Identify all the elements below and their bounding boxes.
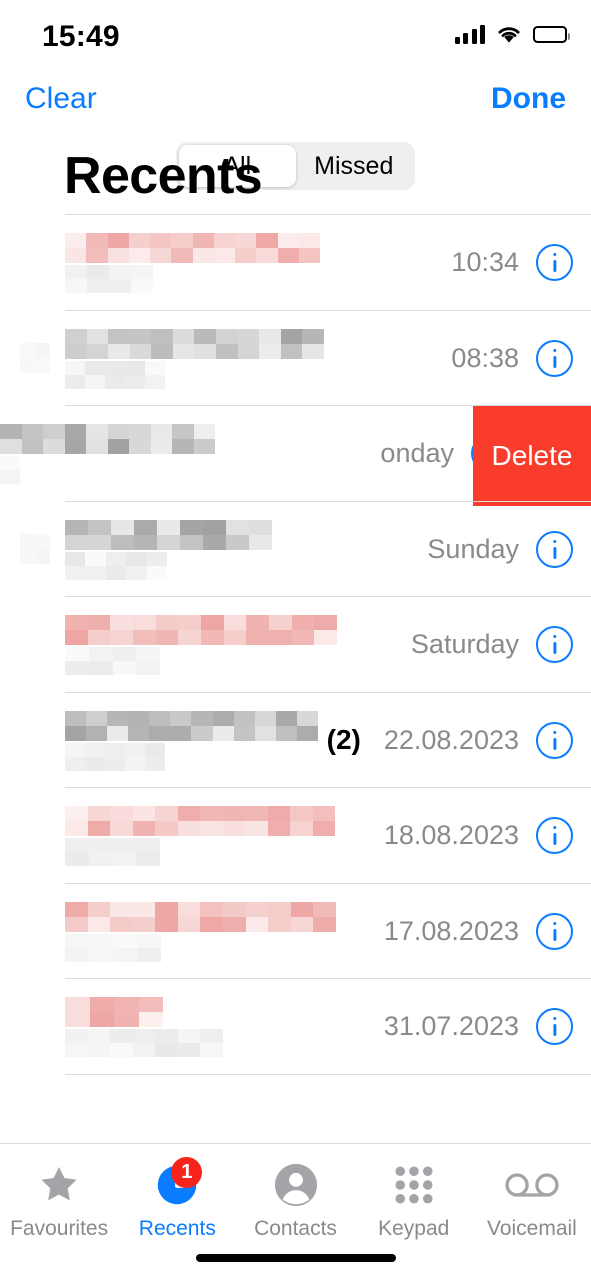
- clock-icon: 1: [150, 1157, 204, 1210]
- tab-label: Favourites: [10, 1217, 109, 1240]
- call-row-meta: 08:38: [451, 311, 573, 406]
- caller-name-redacted: [65, 693, 365, 788]
- call-type-icon-redacted: [20, 342, 50, 373]
- list-separator: [65, 1073, 591, 1075]
- info-icon[interactable]: [536, 244, 573, 281]
- info-icon[interactable]: [536, 912, 573, 950]
- info-icon[interactable]: [536, 1008, 573, 1045]
- phone-screen: 15:49 Clear Done All Missed Recents 10:3…: [0, 0, 591, 1280]
- info-icon[interactable]: [536, 721, 573, 759]
- clear-button[interactable]: Clear: [25, 82, 97, 116]
- call-list-row[interactable]: Sunday: [0, 502, 591, 597]
- call-row-meta: Saturday: [411, 597, 573, 692]
- status-bar-time: 15:49: [42, 20, 120, 53]
- caller-name-redacted: [65, 311, 365, 406]
- caller-name-redacted: [65, 884, 365, 979]
- tab-contacts[interactable]: Contacts: [236, 1160, 354, 1241]
- info-icon[interactable]: [536, 339, 573, 377]
- navigation-bar: Clear Done All Missed: [0, 62, 591, 190]
- done-button[interactable]: Done: [491, 82, 566, 116]
- call-timestamp: 10:34: [451, 247, 519, 277]
- call-timestamp: 18.08.2023: [383, 820, 519, 850]
- info-icon[interactable]: [536, 530, 573, 568]
- person-circle-icon: [269, 1160, 323, 1210]
- tab-favourites[interactable]: Favourites: [0, 1160, 118, 1241]
- call-timestamp: onday: [380, 438, 454, 468]
- tab-label: Keypad: [378, 1217, 450, 1240]
- info-icon[interactable]: [536, 817, 573, 854]
- voicemail-icon: [505, 1160, 559, 1210]
- tab-recents[interactable]: 1 Recents: [118, 1157, 236, 1241]
- call-list-row[interactable]: 31.07.2023: [0, 979, 591, 1074]
- call-list-row[interactable]: 17.08.2023: [0, 884, 591, 979]
- star-icon: [32, 1160, 86, 1210]
- call-timestamp: 31.07.2023: [383, 1011, 519, 1041]
- call-row-meta: Sunday: [427, 502, 573, 597]
- cellular-signal-icon: [454, 24, 485, 44]
- call-timestamp: 17.08.2023: [383, 915, 519, 946]
- tab-voicemail[interactable]: Voicemail: [473, 1160, 591, 1241]
- info-icon[interactable]: [536, 626, 573, 663]
- tab-label: Recents: [138, 1217, 216, 1240]
- keypad-grid-icon: [387, 1160, 441, 1210]
- tab-label: Voicemail: [486, 1217, 577, 1240]
- call-list-row[interactable]: onday Delete: [0, 406, 591, 506]
- wifi-icon: [496, 25, 522, 44]
- tab-keypad[interactable]: Keypad: [355, 1160, 473, 1241]
- call-count-badge: (2): [326, 724, 361, 755]
- battery-full-icon: [533, 25, 570, 43]
- segment-missed[interactable]: Missed: [296, 145, 413, 187]
- caller-name-redacted: [65, 979, 365, 1074]
- tab-label: Contacts: [254, 1217, 337, 1240]
- call-timestamp: 22.08.2023: [383, 724, 519, 755]
- delete-button[interactable]: Delete: [473, 406, 591, 506]
- call-list-row[interactable]: (2) 22.08.2023: [0, 693, 591, 788]
- status-bar: 15:49: [0, 0, 591, 62]
- status-bar-indicators: [454, 24, 570, 44]
- caller-name-redacted: [65, 597, 365, 692]
- call-timestamp: Sunday: [427, 533, 519, 564]
- call-row-meta: (2) 22.08.2023: [327, 693, 573, 788]
- call-row-meta: 17.08.2023: [384, 884, 573, 979]
- call-list-row[interactable]: 10:34: [0, 215, 591, 310]
- call-row-meta: 18.08.2023: [384, 788, 573, 883]
- caller-name-redacted: [0, 406, 300, 501]
- caller-name-redacted: [65, 215, 365, 310]
- call-row-meta: 31.07.2023: [384, 979, 573, 1074]
- call-list-row[interactable]: Saturday: [0, 597, 591, 692]
- caller-name-redacted: [65, 502, 365, 597]
- home-indicator: [195, 1254, 396, 1262]
- call-timestamp: 08:38: [451, 342, 519, 373]
- caller-name-redacted: [65, 788, 365, 883]
- page-title: Recents: [64, 147, 263, 205]
- call-list-row[interactable]: 08:38: [0, 311, 591, 406]
- recents-call-list: 10:34 08:38 onday Delete Sunday Saturday (2) 22…: [0, 214, 591, 1075]
- call-timestamp: Saturday: [410, 629, 519, 659]
- call-row-meta: 10:34: [451, 215, 573, 310]
- call-type-icon-redacted: [20, 533, 50, 564]
- call-list-row[interactable]: 18.08.2023: [0, 788, 591, 883]
